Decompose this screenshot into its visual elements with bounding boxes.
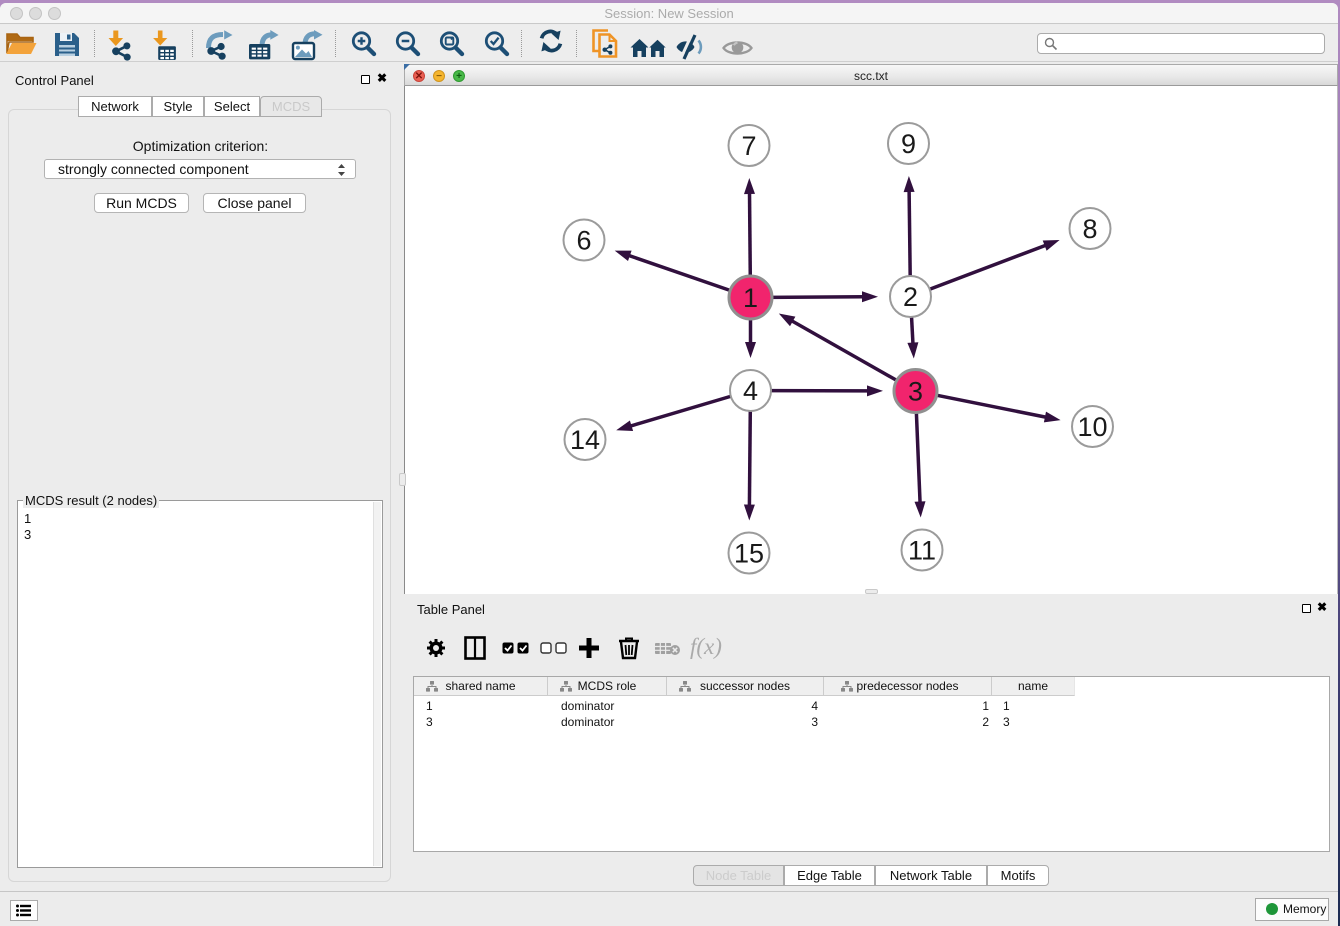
svg-text:4: 4 (743, 376, 758, 406)
svg-text:9: 9 (901, 129, 916, 159)
svg-text:1: 1 (743, 283, 758, 313)
svg-text:15: 15 (734, 539, 764, 569)
svg-text:3: 3 (908, 377, 923, 407)
svg-text:7: 7 (741, 131, 756, 161)
svg-text:8: 8 (1082, 214, 1097, 244)
svg-text:11: 11 (908, 536, 936, 566)
svg-text:6: 6 (576, 226, 591, 256)
svg-text:2: 2 (903, 282, 918, 312)
svg-text:14: 14 (570, 425, 600, 455)
svg-text:10: 10 (1077, 412, 1107, 442)
